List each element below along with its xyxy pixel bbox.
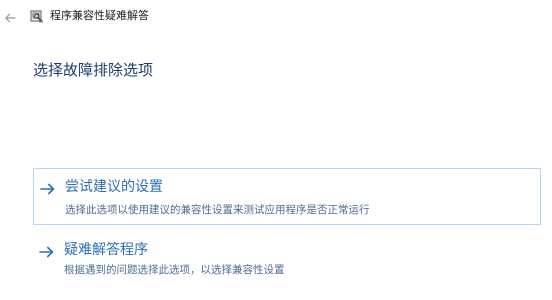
troubleshoot-program-option[interactable]: 疑难解答程序 根据遇到的问题选择此选项，以选择兼容性设置 <box>33 238 541 284</box>
right-arrow-icon <box>39 244 55 258</box>
window-title: 程序兼容性疑难解答 <box>50 9 149 22</box>
option-title: 疑难解答程序 <box>64 242 148 258</box>
page-title: 选择故障排除选项 <box>33 61 154 79</box>
compatibility-troubleshooter-icon <box>30 9 44 23</box>
troubleshooter-window: 程序兼容性疑难解答 选择故障排除选项 尝试建议的设置 选择此选项以使用建议的兼容… <box>0 0 552 300</box>
title-bar: 程序兼容性疑难解答 <box>0 0 552 32</box>
back-arrow-icon[interactable] <box>4 9 16 23</box>
option-description: 根据遇到的问题选择此选项，以选择兼容性设置 <box>64 264 285 276</box>
option-title: 尝试建议的设置 <box>65 179 163 195</box>
try-recommended-settings-option[interactable]: 尝试建议的设置 选择此选项以使用建议的兼容性设置来测试应用程序是否正常运行 <box>33 168 541 225</box>
option-description: 选择此选项以使用建议的兼容性设置来测试应用程序是否正常运行 <box>65 204 370 216</box>
right-arrow-icon <box>40 181 56 195</box>
